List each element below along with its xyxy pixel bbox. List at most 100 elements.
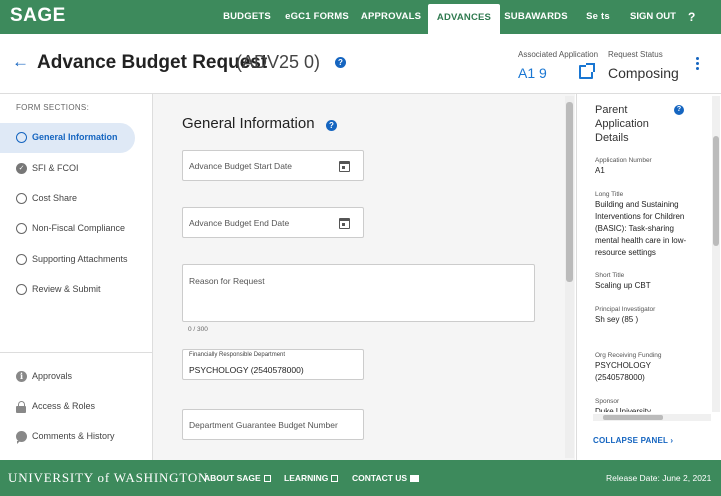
tab-subawards[interactable]: SUBAWARDS <box>504 0 568 34</box>
guarantee-budget-field[interactable]: Department Guarantee Budget Number <box>182 409 364 440</box>
page-title: Advance Budget Request <box>37 52 268 73</box>
top-nav: SAGE BUDGETS eGC1 FORMS APPROVALS ADVANC… <box>0 0 721 34</box>
tab-settings[interactable]: Se ts <box>572 0 624 34</box>
external-link-icon <box>331 475 339 482</box>
sidebar-heading: FORM SECTIONS: <box>16 103 90 112</box>
more-menu-icon[interactable] <box>696 57 700 71</box>
circle-icon <box>16 284 27 295</box>
end-date-field[interactable]: Advance Budget End Date <box>182 207 364 238</box>
section-label: Review & Submit <box>32 284 101 294</box>
field-value: Sh sey (85 ) <box>595 315 639 324</box>
tab-approvals[interactable]: APPROVALS <box>356 0 426 34</box>
external-link-icon[interactable] <box>579 63 595 79</box>
sidebar-item-access-roles[interactable]: Access & Roles <box>0 395 150 419</box>
section-title: General Information <box>182 115 315 132</box>
section-review-submit[interactable]: Review & Submit <box>0 275 135 305</box>
about-sage-label: ABOUT SAGE <box>204 473 261 483</box>
main-scrollbar[interactable] <box>565 96 574 458</box>
field-label: Long Title <box>595 191 624 198</box>
section-sfi-fcoi[interactable]: ✓ SFI & FCOI <box>0 154 135 184</box>
section-label: Supporting Attachments <box>32 254 128 264</box>
tab-budgets[interactable]: BUDGETS <box>216 0 278 34</box>
request-id: (ADV25 0) <box>236 52 321 72</box>
section-label: Non-Fiscal Compliance <box>32 223 126 233</box>
reason-textarea[interactable]: Reason for Request <box>182 264 535 322</box>
start-date-field[interactable]: Advance Budget Start Date <box>182 150 364 181</box>
character-counter: 0 / 300 <box>188 326 208 333</box>
request-status-value: Composing <box>608 65 679 81</box>
sign-out-link[interactable]: SIGN OUT <box>630 0 676 34</box>
associated-application-link[interactable]: A1 9 <box>518 65 547 81</box>
panel-horizontal-scrollbar[interactable] <box>593 414 711 421</box>
sidebar-item-label: Comments & History <box>32 431 115 441</box>
learning-link[interactable]: LEARNING <box>284 473 339 483</box>
calendar-icon[interactable] <box>339 161 350 172</box>
contact-us-label: CONTACT US <box>352 473 408 483</box>
parent-application-panel: Parent Application Details ? Application… <box>576 94 721 460</box>
start-date-placeholder: Advance Budget Start Date <box>189 161 293 171</box>
panel-hscroll-thumb[interactable] <box>603 415 663 420</box>
panel-vertical-scrollbar[interactable] <box>712 96 720 412</box>
sidebar-item-comments-history[interactable]: Comments & History <box>0 425 150 449</box>
contact-us-link[interactable]: CONTACT US <box>352 473 420 483</box>
calendar-icon[interactable] <box>339 218 350 229</box>
title-help-icon[interactable]: ? <box>335 57 346 68</box>
main-scrollbar-thumb[interactable] <box>566 102 573 282</box>
sidebar-item-approvals[interactable]: i Approvals <box>0 365 150 389</box>
section-supporting-attachments[interactable]: Supporting Attachments <box>0 245 135 275</box>
field-value: Building and Sustaining Interventions fo… <box>595 200 687 257</box>
circle-icon <box>16 254 27 265</box>
department-label: Financially Responsible Department <box>189 352 286 358</box>
section-label: SFI & FCOI <box>32 163 79 173</box>
section-label: General Information <box>32 132 118 142</box>
request-status-label: Request Status <box>608 50 663 59</box>
field-label: Principal Investigator <box>595 306 656 313</box>
form-sections-sidebar: FORM SECTIONS: General Information ✓ SFI… <box>0 94 153 460</box>
about-sage-link[interactable]: ABOUT SAGE <box>204 473 271 483</box>
field-label: Sponsor <box>595 398 620 405</box>
section-label: Cost Share <box>32 193 78 203</box>
end-date-placeholder: Advance Budget End Date <box>189 218 290 228</box>
field-label: Application Number <box>595 157 652 164</box>
release-date: Release Date: June 2, 2021 <box>606 473 712 483</box>
form-main: General Information ? Advance Budget Sta… <box>153 94 575 460</box>
help-icon[interactable]: ? <box>688 0 695 34</box>
field-label: Org Receiving Funding <box>595 352 662 359</box>
field-value: Duke University <box>595 407 652 412</box>
back-arrow-icon[interactable]: ← <box>12 52 29 72</box>
field-label: Short Title <box>595 272 625 279</box>
reason-placeholder: Reason for Request <box>189 276 265 286</box>
comment-icon <box>16 431 27 444</box>
circle-icon <box>16 193 27 204</box>
lock-icon <box>16 401 27 413</box>
circle-icon <box>16 223 27 234</box>
field-value: A1 <box>595 166 605 175</box>
sage-logo[interactable]: SAGE <box>10 5 66 27</box>
sidebar-divider <box>0 352 152 353</box>
footer: UNIVERSITY of WASHINGTON ABOUT SAGE LEAR… <box>0 460 721 496</box>
section-general-information[interactable]: General Information <box>0 123 135 153</box>
collapse-panel-button[interactable]: COLLAPSE PANEL › <box>593 436 673 445</box>
circle-icon <box>16 132 27 143</box>
info-icon: i <box>16 371 27 382</box>
tab-advances[interactable]: ADVANCES <box>428 4 500 34</box>
guarantee-budget-placeholder: Department Guarantee Budget Number <box>189 420 338 430</box>
field-value: Scaling up CBT <box>595 281 651 290</box>
uw-logo[interactable]: UNIVERSITY of WASHINGTON <box>8 470 208 486</box>
mail-icon <box>410 475 420 482</box>
panel-help-icon[interactable]: ? <box>674 105 684 115</box>
external-link-icon <box>263 475 271 482</box>
section-cost-share[interactable]: Cost Share <box>0 184 135 214</box>
sidebar-item-label: Access & Roles <box>32 401 96 411</box>
section-non-fiscal-compliance[interactable]: Non-Fiscal Compliance <box>0 214 135 244</box>
tab-egc1-forms[interactable]: eGC1 FORMS <box>282 0 352 34</box>
field-value: PSYCHOLOGY (2540578000) <box>595 361 651 382</box>
panel-title: Parent Application Details <box>595 104 649 144</box>
department-value: PSYCHOLOGY (2540578000) <box>189 365 304 375</box>
sidebar-item-label: Approvals <box>32 371 73 381</box>
panel-scrollbar-thumb[interactable] <box>713 136 719 246</box>
learning-label: LEARNING <box>284 473 329 483</box>
section-help-icon[interactable]: ? <box>326 120 337 131</box>
department-field[interactable]: Financially Responsible Department PSYCH… <box>182 349 364 380</box>
check-circle-icon: ✓ <box>16 163 27 174</box>
